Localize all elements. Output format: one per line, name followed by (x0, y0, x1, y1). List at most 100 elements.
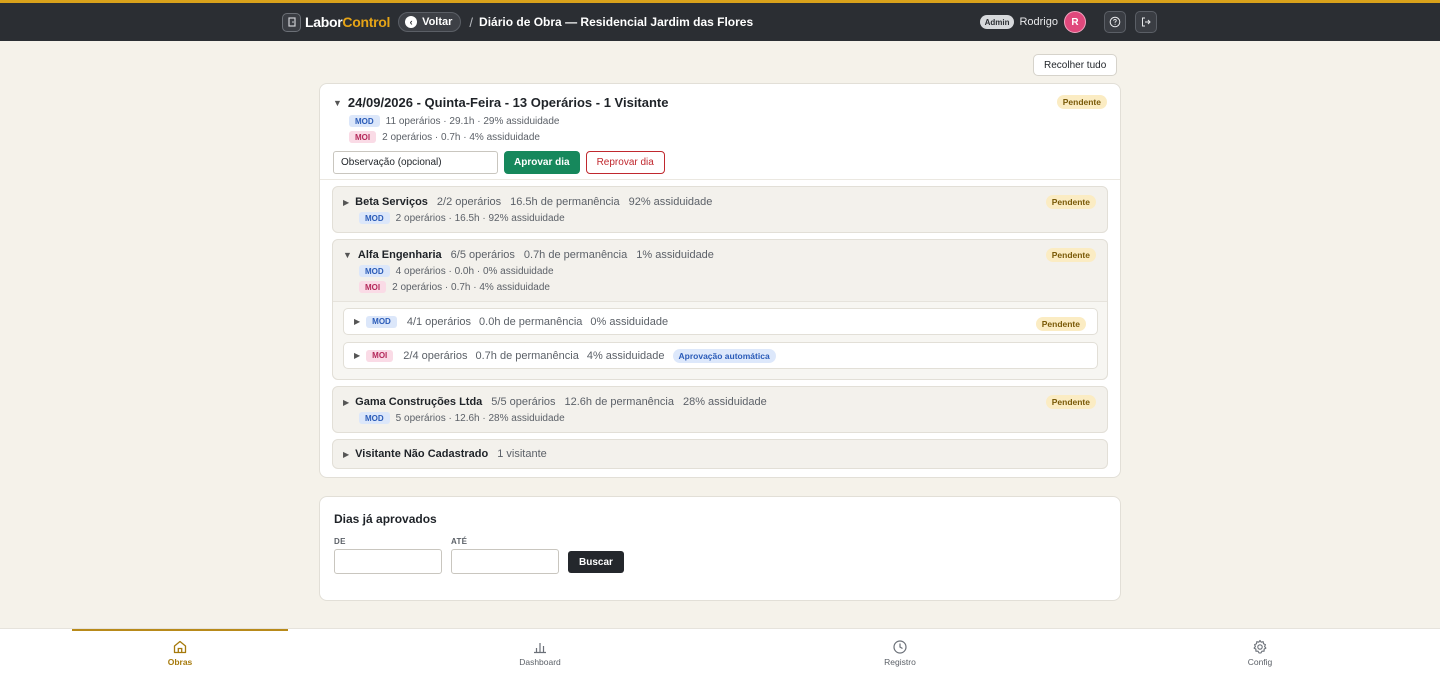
breadcrumb-separator: / (469, 14, 474, 30)
day-header: ▼ 24/09/2026 - Quinta-Feira - 13 Operári… (320, 84, 1120, 180)
nav-item-registro[interactable]: Registro (840, 639, 960, 667)
approved-days-card: Dias já aprovados DE ATÉ Buscar (319, 496, 1121, 601)
group-operarios: 4/1 operários (406, 315, 472, 328)
back-label: Voltar (422, 16, 453, 28)
to-date-input[interactable] (451, 549, 559, 574)
mod-tag: MOD (366, 315, 397, 328)
company-operarios: 5/5 operários (491, 396, 556, 408)
company-card[interactable]: ▶ Beta Serviços 2/2 operários 16.5h de p… (332, 186, 1108, 233)
company-permanencia: 16.5h de permanência (510, 196, 620, 208)
mod-stats-text: 11 operários · 29.1h · 29% assiduidade (385, 115, 560, 127)
header-left: LaborControl ‹ Voltar / Diário de Obra —… (282, 11, 753, 33)
status-badge: Aprovação automática (672, 348, 776, 363)
collapse-all-button[interactable]: Recolher tudo (1033, 54, 1118, 76)
nav-label: Dashboard (519, 657, 561, 667)
mod-tag: MOD (359, 212, 390, 224)
nav-item-config[interactable]: Config (1200, 639, 1320, 667)
triangle-right-icon[interactable]: ▶ (354, 351, 360, 360)
nav-item-dashboard[interactable]: Dashboard (480, 639, 600, 667)
help-button[interactable] (1104, 11, 1126, 33)
day-title: 24/09/2026 - Quinta-Feira - 13 Operários… (347, 95, 669, 110)
labor-group-row[interactable]: ▶ MOI 2/4 operários 0.7h de permanência … (343, 342, 1098, 369)
nav-label: Obras (167, 657, 193, 667)
day-mod-stats: MOD 11 operários · 29.1h · 29% assiduida… (333, 113, 1107, 129)
mod-tag: MOD (359, 412, 390, 424)
role-badge: Admin (979, 15, 1015, 29)
back-button[interactable]: ‹ Voltar (398, 12, 462, 32)
brand-part1: Labor (305, 14, 343, 30)
approve-day-button[interactable]: Aprovar dia (504, 151, 580, 174)
date-filters: DE ATÉ Buscar (334, 537, 1106, 574)
company-assiduidade: 28% assiduidade (682, 396, 767, 408)
mod-tag: MOD (349, 115, 380, 127)
user-name: Rodrigo (1019, 16, 1058, 28)
chevron-left-icon: ‹ (405, 16, 418, 28)
status-badge: Pendente (1035, 317, 1086, 331)
group-assiduidade: 0% assiduidade (590, 315, 669, 328)
labor-group-row[interactable]: ▶ MOD 4/1 operários 0.0h de permanência … (343, 308, 1098, 335)
company-operarios: 6/5 operários (450, 249, 515, 261)
company-header[interactable]: ▼ Alfa Engenharia 6/5 operários 0.7h de … (333, 247, 1107, 263)
labor-groups: ▶ MOD 4/1 operários 0.0h de permanência … (333, 301, 1107, 379)
reject-day-button[interactable]: Reprovar dia (585, 151, 665, 174)
triangle-right-icon[interactable]: ▶ (354, 317, 360, 326)
triangle-right-icon[interactable]: ▶ (343, 450, 349, 459)
to-label: ATÉ (451, 537, 468, 546)
company-card[interactable]: ▶ Gama Construções Ltda 5/5 operários 12… (332, 386, 1108, 433)
bar-chart-icon (534, 643, 546, 654)
company-header[interactable]: ▶ Visitante Não Cadastrado 1 visitante (333, 446, 1107, 462)
gear-icon (1253, 639, 1267, 654)
home-icon (173, 640, 187, 654)
triangle-down-icon[interactable]: ▼ (333, 98, 342, 108)
moi-stats-text: 2 operários · 0.7h · 4% assiduidade (382, 131, 540, 143)
day-title-row[interactable]: ▼ 24/09/2026 - Quinta-Feira - 13 Operári… (333, 95, 1107, 110)
company-card[interactable]: ▼ Alfa Engenharia 6/5 operários 0.7h de … (332, 239, 1108, 380)
group-operarios: 2/4 operários (403, 349, 468, 362)
moi-tag: MOI (366, 349, 394, 362)
header-right: Admin Rodrigo R (979, 11, 1157, 33)
avatar[interactable]: R (1064, 11, 1086, 33)
company-name: Gama Construções Ltda (355, 396, 483, 408)
top-bar: LaborControl ‹ Voltar / Diário de Obra —… (0, 0, 1440, 41)
nav-label: Registro (884, 657, 916, 667)
day-moi-stats: MOI 2 operários · 0.7h · 4% assiduidade (333, 129, 1107, 145)
help-circle-icon (1109, 16, 1121, 28)
triangle-right-icon[interactable]: ▶ (343, 198, 349, 207)
day-card: ▼ 24/09/2026 - Quinta-Feira - 13 Operári… (319, 83, 1121, 478)
status-badge: Pendente (1045, 395, 1096, 409)
status-badge: Pendente (1045, 248, 1096, 262)
logout-button[interactable] (1135, 11, 1157, 33)
company-card[interactable]: ▶ Visitante Não Cadastrado 1 visitante (332, 439, 1108, 469)
group-permanencia: 0.7h de permanência (475, 349, 579, 362)
search-button[interactable]: Buscar (568, 551, 624, 573)
company-moi-stats: MOI 2 operários · 0.7h · 4% assiduidade (333, 279, 1107, 295)
triangle-down-icon[interactable]: ▼ (343, 250, 352, 260)
company-mod-stats: MOD 5 operários · 12.6h · 28% assiduidad… (333, 410, 1107, 426)
company-header[interactable]: ▶ Beta Serviços 2/2 operários 16.5h de p… (333, 194, 1107, 210)
nav-item-obras[interactable]: Obras (120, 639, 240, 667)
nav-label: Config (1247, 657, 1273, 667)
company-assiduidade: 1% assiduidade (636, 249, 714, 261)
page-title: Diário de Obra — Residencial Jardim das … (479, 15, 754, 29)
status-badge: Pendente (1056, 95, 1107, 109)
triangle-right-icon[interactable]: ▶ (343, 398, 349, 407)
active-indicator (72, 629, 288, 631)
moi-tag: MOI (349, 131, 377, 143)
company-name: Beta Serviços (355, 196, 428, 208)
company-mod-stats: MOD 2 operários · 16.5h · 92% assiduidad… (333, 210, 1107, 226)
moi-stats-text: 2 operários · 0.7h · 4% assiduidade (392, 281, 550, 293)
from-date-input[interactable] (334, 549, 442, 574)
group-permanencia: 0.0h de permanência (479, 315, 583, 328)
observation-input[interactable] (333, 151, 498, 174)
moi-tag: MOI (359, 281, 387, 293)
bottom-nav: Obras Dashboard Registro Config (0, 628, 1440, 675)
brand-logo[interactable]: LaborControl (305, 14, 390, 30)
group-assiduidade: 4% assiduidade (586, 349, 665, 362)
company-visitors: 1 visitante (497, 448, 547, 460)
door-icon (282, 12, 301, 32)
status-badge: Pendente (1045, 195, 1096, 209)
day-actions: Aprovar dia Reprovar dia (333, 151, 1107, 174)
clock-icon (893, 640, 907, 654)
company-header[interactable]: ▶ Gama Construções Ltda 5/5 operários 12… (333, 394, 1107, 410)
from-field: DE (334, 537, 442, 574)
